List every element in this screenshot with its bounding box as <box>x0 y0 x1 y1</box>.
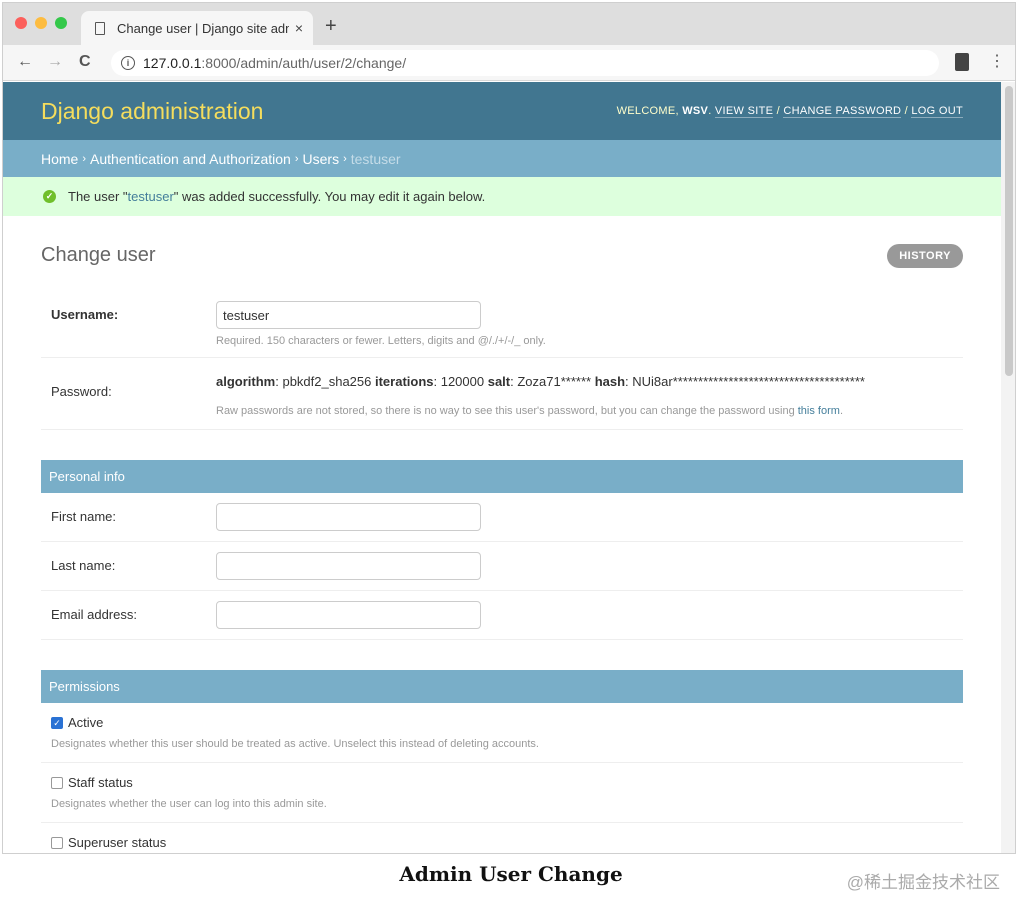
user-tools-sep: / <box>901 105 912 117</box>
active-help: Designates whether this user should be t… <box>51 738 539 750</box>
algorithm-key: algorithm <box>216 374 276 389</box>
superuser-row: Superuser status <box>41 823 963 853</box>
password-help: Raw passwords are not stored, so there i… <box>216 405 953 417</box>
admin-header: Django administration WELCOME, WSV. VIEW… <box>3 82 1001 140</box>
message-pre: The user " <box>68 189 128 204</box>
welcome-text: WELCOME, <box>616 105 683 117</box>
breadcrumb-home[interactable]: Home <box>41 151 78 167</box>
page-viewport: Django administration WELCOME, WSV. VIEW… <box>3 82 1001 853</box>
superuser-label[interactable]: Superuser status <box>68 835 166 850</box>
active-label[interactable]: Active <box>68 715 103 730</box>
first-name-label: First name: <box>51 509 117 524</box>
tab-close-icon[interactable]: × <box>295 20 303 36</box>
message-post: " was added successfully. You may edit i… <box>173 189 486 204</box>
user-tools: WELCOME, WSV. VIEW SITE / CHANGE PASSWOR… <box>616 105 963 118</box>
active-row: ✓ Active Designates whether this user sho… <box>41 703 963 763</box>
reload-icon[interactable]: C <box>79 53 91 71</box>
first-name-input[interactable] <box>216 503 481 531</box>
maximize-window-button[interactable] <box>55 17 67 29</box>
view-site-link[interactable]: VIEW SITE <box>714 105 774 118</box>
tab-bar: Change user | Django site adm × + <box>3 3 1015 45</box>
permissions-heading: Permissions <box>41 670 963 703</box>
username-help: Required. 150 characters or fewer. Lette… <box>216 335 546 347</box>
page-title: Change user <box>41 244 156 266</box>
password-help-end: . <box>839 405 843 417</box>
forward-arrow-icon[interactable]: → <box>47 53 63 71</box>
new-tab-button[interactable]: + <box>325 15 337 38</box>
minimize-window-button[interactable] <box>35 17 47 29</box>
history-button[interactable]: HISTORY <box>887 244 963 268</box>
close-window-button[interactable] <box>15 17 27 29</box>
staff-checkbox[interactable] <box>51 776 63 789</box>
email-row: Email address: <box>41 591 963 640</box>
log-out-link[interactable]: LOG OUT <box>911 105 963 118</box>
address-bar[interactable]: i 127.0.0.1:8000/admin/auth/user/2/chang… <box>111 50 939 76</box>
iterations-value: : 120000 <box>433 374 488 389</box>
check-circle-icon: ✓ <box>43 190 56 203</box>
password-row: Password: algorithm: pbkdf2_sha256 itera… <box>41 358 963 430</box>
last-name-label: Last name: <box>51 558 116 573</box>
url-host: 127.0.0.1 <box>143 55 202 71</box>
algorithm-value: : pbkdf2_sha256 <box>275 374 375 389</box>
scrollbar-thumb[interactable] <box>1005 86 1013 376</box>
back-arrow-icon[interactable]: ← <box>17 53 33 71</box>
password-hash-summary: algorithm: pbkdf2_sha256 iterations: 120… <box>216 368 953 389</box>
site-branding[interactable]: Django administration <box>41 98 263 125</box>
page-icon <box>95 21 105 35</box>
staff-help: Designates whether the user can log into… <box>51 798 327 810</box>
info-icon[interactable]: i <box>121 56 135 70</box>
first-name-row: First name: <box>41 493 963 542</box>
breadcrumb-sep: › <box>82 152 87 165</box>
breadcrumb-sep: › <box>294 152 299 165</box>
breadcrumb-app[interactable]: Authentication and Authorization <box>90 151 291 167</box>
hash-value: : NUi8ar********************************… <box>625 374 865 389</box>
salt-value: : Zoza71****** <box>510 374 595 389</box>
extension-clipboard-icon[interactable] <box>955 53 969 71</box>
last-name-input[interactable] <box>216 552 481 580</box>
breadcrumb-users[interactable]: Users <box>303 151 340 167</box>
browser-menu-icon[interactable]: ⋮ <box>989 51 1005 71</box>
username-label: Username: <box>51 307 119 322</box>
window-controls <box>15 17 67 29</box>
email-label: Email address: <box>51 607 137 622</box>
change-password-form-link[interactable]: this form <box>798 405 840 417</box>
main-content: Change user HISTORY Username: Required. … <box>3 216 1001 853</box>
tab-title: Change user | Django site adm <box>117 20 289 36</box>
active-checkbox[interactable]: ✓ <box>51 716 63 729</box>
change-password-link[interactable]: CHANGE PASSWORD <box>783 105 902 118</box>
welcome-username: WSV <box>682 105 709 117</box>
browser-window: Change user | Django site adm × + ← → C … <box>2 2 1016 854</box>
breadcrumb: Home › Authentication and Authorization … <box>3 140 1001 177</box>
username-input[interactable] <box>216 301 481 329</box>
breadcrumb-sep: › <box>343 152 347 165</box>
superuser-checkbox[interactable] <box>51 836 63 849</box>
last-name-row: Last name: <box>41 542 963 591</box>
salt-key: salt <box>487 374 511 389</box>
watermark: @稀土掘金技术社区 <box>846 873 1000 892</box>
iterations-key: iterations <box>374 374 434 389</box>
staff-label[interactable]: Staff status <box>68 775 133 790</box>
hash-key: hash <box>594 374 626 389</box>
breadcrumb-current: testuser <box>350 150 401 167</box>
staff-row: Staff status Designates whether the user… <box>41 763 963 823</box>
browser-toolbar: ← → C i 127.0.0.1:8000/admin/auth/user/2… <box>3 45 1015 81</box>
username-row: Username: Required. 150 characters or fe… <box>41 291 963 358</box>
message-user-link[interactable]: testuser <box>128 189 174 204</box>
success-message: ✓ The user " testuser " was added successf… <box>3 177 1001 216</box>
user-tools-sep: / <box>773 105 784 117</box>
password-label: Password: <box>51 384 112 399</box>
url-path: :8000/admin/auth/user/2/change/ <box>201 55 407 71</box>
password-help-text: Raw passwords are not stored, so there i… <box>216 405 798 417</box>
browser-tab[interactable]: Change user | Django site adm × <box>81 11 313 45</box>
personal-info-heading: Personal info <box>41 460 963 493</box>
page-scrollbar[interactable] <box>1001 82 1015 853</box>
email-input[interactable] <box>216 601 481 629</box>
